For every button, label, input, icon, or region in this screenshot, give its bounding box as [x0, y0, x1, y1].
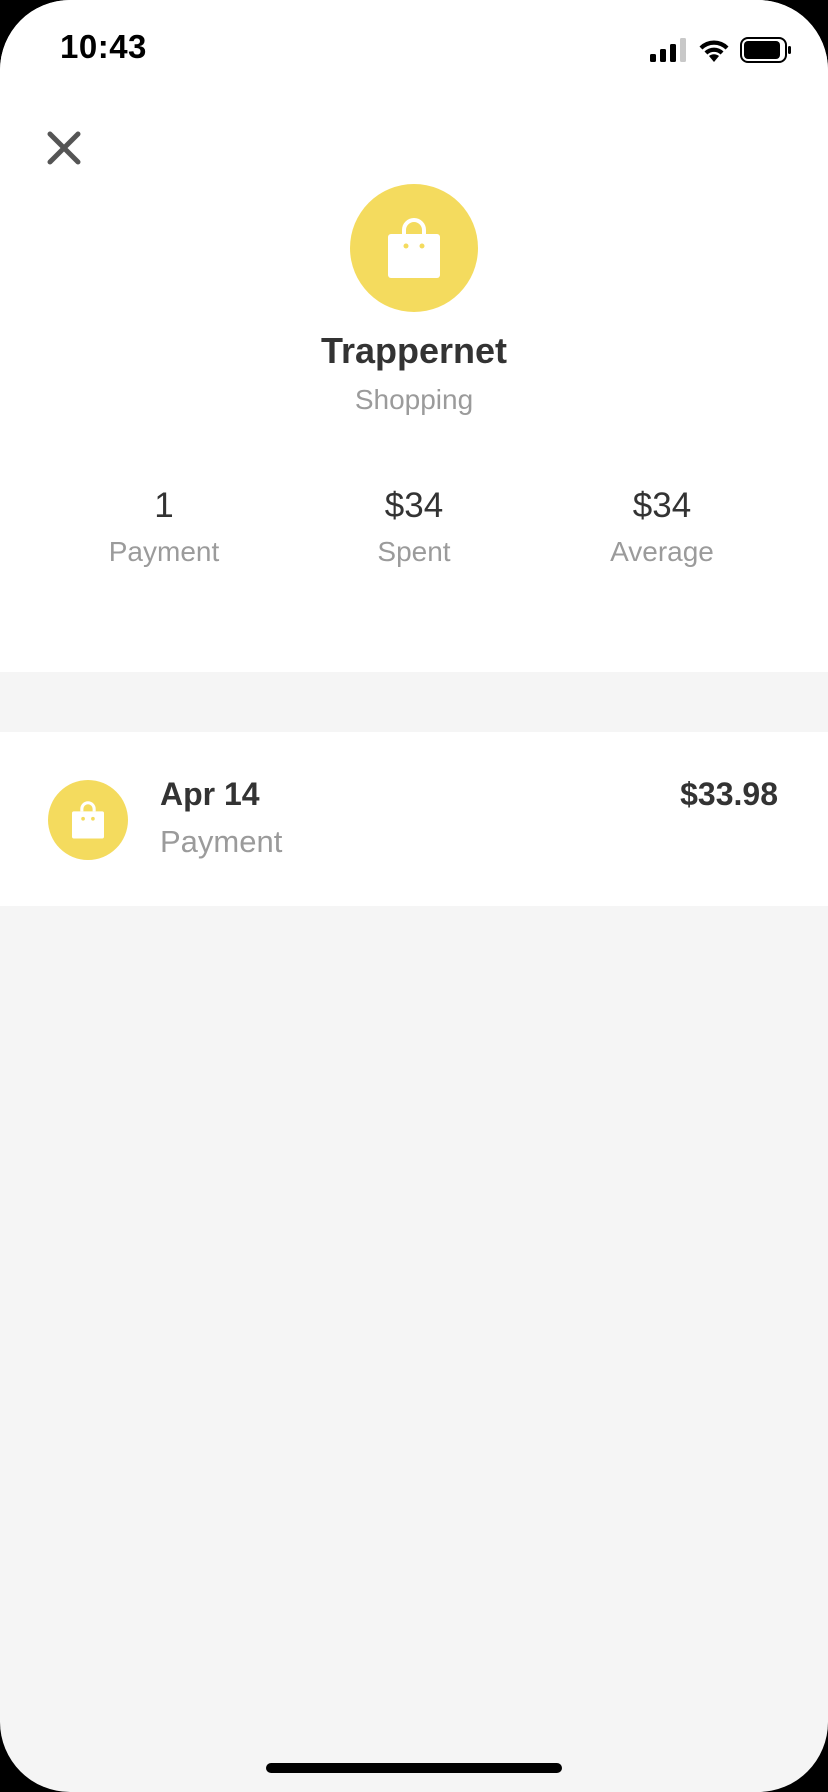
merchant-avatar — [350, 184, 478, 312]
shopping-bag-icon — [388, 218, 440, 278]
stats-row: 1 Payment $34 Spent $34 Average — [0, 484, 828, 574]
stat-label: Average — [610, 536, 714, 567]
status-time: 10:43 — [60, 28, 147, 65]
transaction-avatar — [48, 780, 128, 860]
home-indicator[interactable] — [266, 1763, 562, 1773]
status-bar: 10:43 — [0, 0, 828, 100]
merchant-category: Shopping — [354, 384, 474, 415]
cellular-signal-icon — [650, 38, 686, 62]
stat-spent: $34 Spent — [284, 484, 544, 572]
transaction-date: Apr 14 — [160, 776, 260, 812]
merchant-name: Trappernet — [320, 330, 508, 371]
status-icons — [650, 36, 792, 64]
screen: 10:43 Trappernet Shopping 1 Payment $34 … — [0, 0, 828, 1792]
close-icon — [47, 131, 81, 165]
stat-value: $34 — [632, 486, 692, 525]
wifi-icon — [699, 40, 729, 62]
stat-label: Spent — [377, 536, 451, 567]
stat-value: $34 — [384, 486, 444, 525]
close-button[interactable] — [40, 124, 88, 172]
stat-payments: 1 Payment — [34, 484, 294, 572]
battery-icon — [740, 37, 791, 63]
stat-label: Payment — [108, 536, 220, 567]
transaction-amount: $33.98 — [680, 776, 778, 812]
transaction-type: Payment — [160, 824, 283, 859]
shopping-bag-icon — [72, 801, 104, 839]
transaction-row[interactable]: Apr 14 Payment $33.98 — [0, 732, 828, 906]
stat-value: 1 — [154, 486, 174, 525]
stat-average: $34 Average — [532, 484, 792, 572]
